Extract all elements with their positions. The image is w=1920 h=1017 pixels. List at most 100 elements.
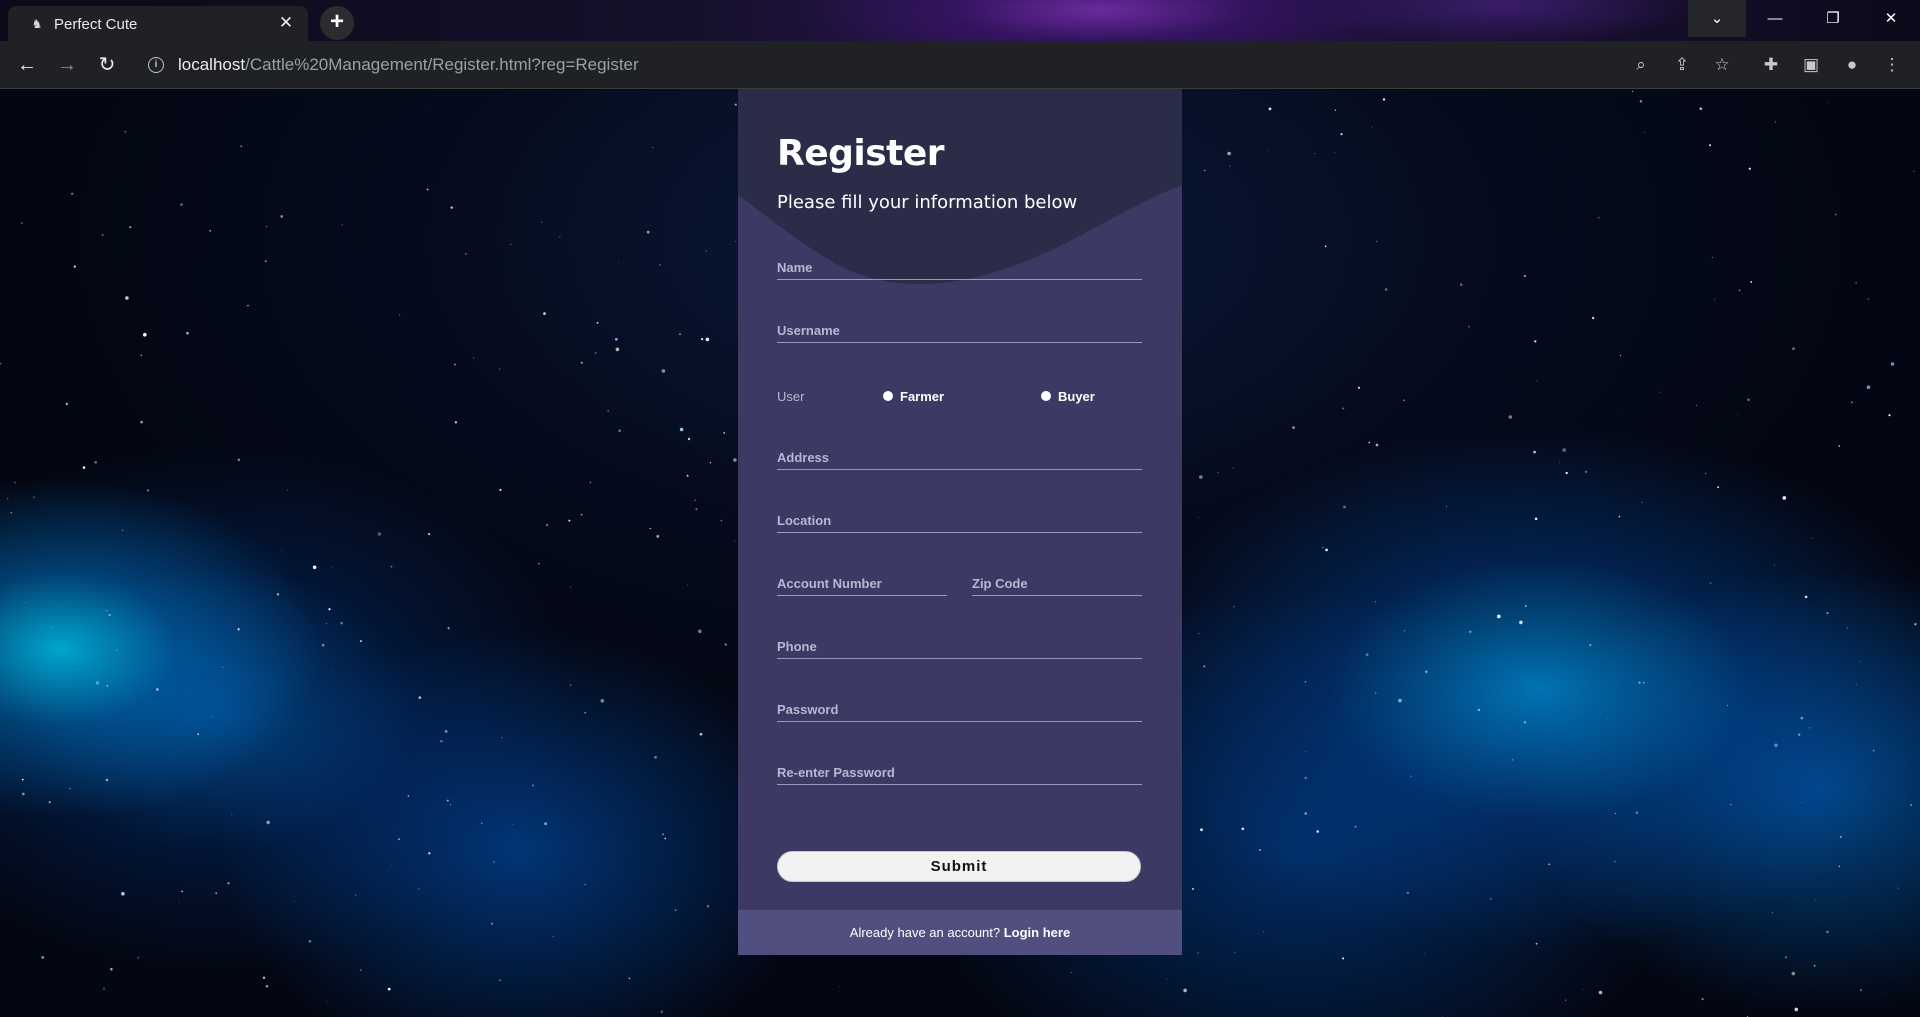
star xyxy=(156,688,159,691)
reload-icon[interactable]: ↻ xyxy=(94,52,120,78)
star xyxy=(580,513,583,516)
star xyxy=(1591,316,1595,320)
star xyxy=(695,508,698,511)
star xyxy=(1785,956,1788,959)
star xyxy=(569,684,572,686)
extensions-puzzle-icon[interactable]: ✚ xyxy=(1759,53,1783,77)
star xyxy=(499,368,501,370)
new-tab-button[interactable]: + xyxy=(320,6,354,40)
star xyxy=(1598,217,1600,219)
star xyxy=(1565,471,1568,475)
star xyxy=(1726,705,1729,707)
restore-icon[interactable]: ❐ xyxy=(1804,0,1862,37)
zoom-icon[interactable]: ⌕ xyxy=(1629,53,1653,77)
location-field[interactable]: Location xyxy=(777,513,1142,533)
star xyxy=(654,755,657,759)
star xyxy=(444,730,448,733)
farmer-radio-label[interactable]: Farmer xyxy=(900,389,944,404)
star xyxy=(227,882,230,885)
minimize-icon[interactable]: — xyxy=(1746,0,1804,37)
star xyxy=(1192,887,1194,890)
star xyxy=(661,369,666,373)
phone-label: Phone xyxy=(777,639,817,654)
star xyxy=(280,215,283,218)
star xyxy=(1565,999,1567,1001)
star xyxy=(1197,952,1199,954)
star xyxy=(493,861,495,863)
address-field[interactable]: Address xyxy=(777,450,1142,470)
star xyxy=(1867,298,1870,300)
share-icon[interactable]: ⇪ xyxy=(1670,53,1694,77)
tab-search-chevron-icon[interactable]: ⌄ xyxy=(1688,0,1746,37)
site-info-icon[interactable]: i xyxy=(148,57,164,73)
buyer-radio[interactable] xyxy=(1041,391,1051,401)
star xyxy=(1774,564,1776,566)
login-link[interactable]: Login here xyxy=(1004,925,1070,940)
star xyxy=(1641,501,1643,503)
star xyxy=(1375,443,1379,447)
star xyxy=(552,935,554,937)
galaxy-background: Register Please fill your information be… xyxy=(0,89,1920,1017)
farmer-radio[interactable] xyxy=(883,391,893,401)
star xyxy=(106,685,109,687)
star xyxy=(1714,298,1715,300)
star xyxy=(1811,537,1813,539)
buyer-radio-label[interactable]: Buyer xyxy=(1058,389,1095,404)
star xyxy=(1631,90,1634,93)
submit-button[interactable]: Submit xyxy=(777,851,1141,882)
star xyxy=(1304,751,1306,752)
location-label: Location xyxy=(777,513,832,528)
star xyxy=(1536,380,1538,382)
star xyxy=(360,969,362,971)
star xyxy=(124,130,127,133)
phone-field[interactable]: Phone xyxy=(777,639,1142,659)
star xyxy=(1217,472,1219,474)
star xyxy=(628,977,631,980)
star xyxy=(129,225,132,229)
browser-tab[interactable]: ♞ Perfect Cute ✕ xyxy=(8,6,308,41)
star xyxy=(1442,475,1443,477)
star xyxy=(14,481,16,484)
star xyxy=(510,243,512,245)
forward-arrow-icon[interactable]: → xyxy=(54,52,80,78)
browser-tab-strip: ♞ Perfect Cute ✕ + ⌄ — ❐ ✕ xyxy=(0,0,1920,41)
star xyxy=(25,602,27,604)
zip-code-field[interactable]: Zip Code xyxy=(972,576,1142,596)
star xyxy=(1618,515,1621,518)
star xyxy=(1588,842,1590,844)
username-field[interactable]: Username xyxy=(777,323,1142,343)
star xyxy=(1699,107,1703,110)
reenter-password-field[interactable]: Re-enter Password xyxy=(777,765,1142,785)
name-field[interactable]: Name xyxy=(777,260,1142,280)
bookmark-star-icon[interactable]: ☆ xyxy=(1710,53,1734,77)
back-arrow-icon[interactable]: ← xyxy=(14,52,40,78)
star xyxy=(121,891,125,896)
star xyxy=(1382,98,1386,101)
star xyxy=(1523,721,1527,724)
star xyxy=(1800,802,1802,803)
star xyxy=(646,230,650,234)
star xyxy=(440,740,443,743)
account-number-field[interactable]: Account Number xyxy=(777,576,947,596)
star xyxy=(659,264,661,266)
star xyxy=(1535,942,1538,945)
star xyxy=(22,778,24,781)
browser-menu-icon[interactable]: ⋮ xyxy=(1880,53,1904,77)
star xyxy=(1583,988,1585,990)
profile-avatar-icon[interactable]: ● xyxy=(1840,53,1864,77)
tab-close-icon[interactable]: ✕ xyxy=(276,13,296,33)
star xyxy=(69,788,71,790)
star xyxy=(734,103,737,106)
window-close-icon[interactable]: ✕ xyxy=(1862,0,1920,37)
side-panel-icon[interactable]: ▣ xyxy=(1799,53,1823,77)
url-text[interactable]: localhost/Cattle%20Management/Register.h… xyxy=(178,55,639,75)
password-field[interactable]: Password xyxy=(777,702,1142,722)
star xyxy=(1167,978,1168,980)
star xyxy=(21,792,25,796)
footer-text: Already have an account? xyxy=(849,925,1004,940)
star xyxy=(1365,653,1369,656)
tab-title: Perfect Cute xyxy=(54,16,138,33)
star xyxy=(652,147,654,148)
user-type-group: User Farmer Buyer xyxy=(777,388,1142,408)
star xyxy=(426,188,429,191)
